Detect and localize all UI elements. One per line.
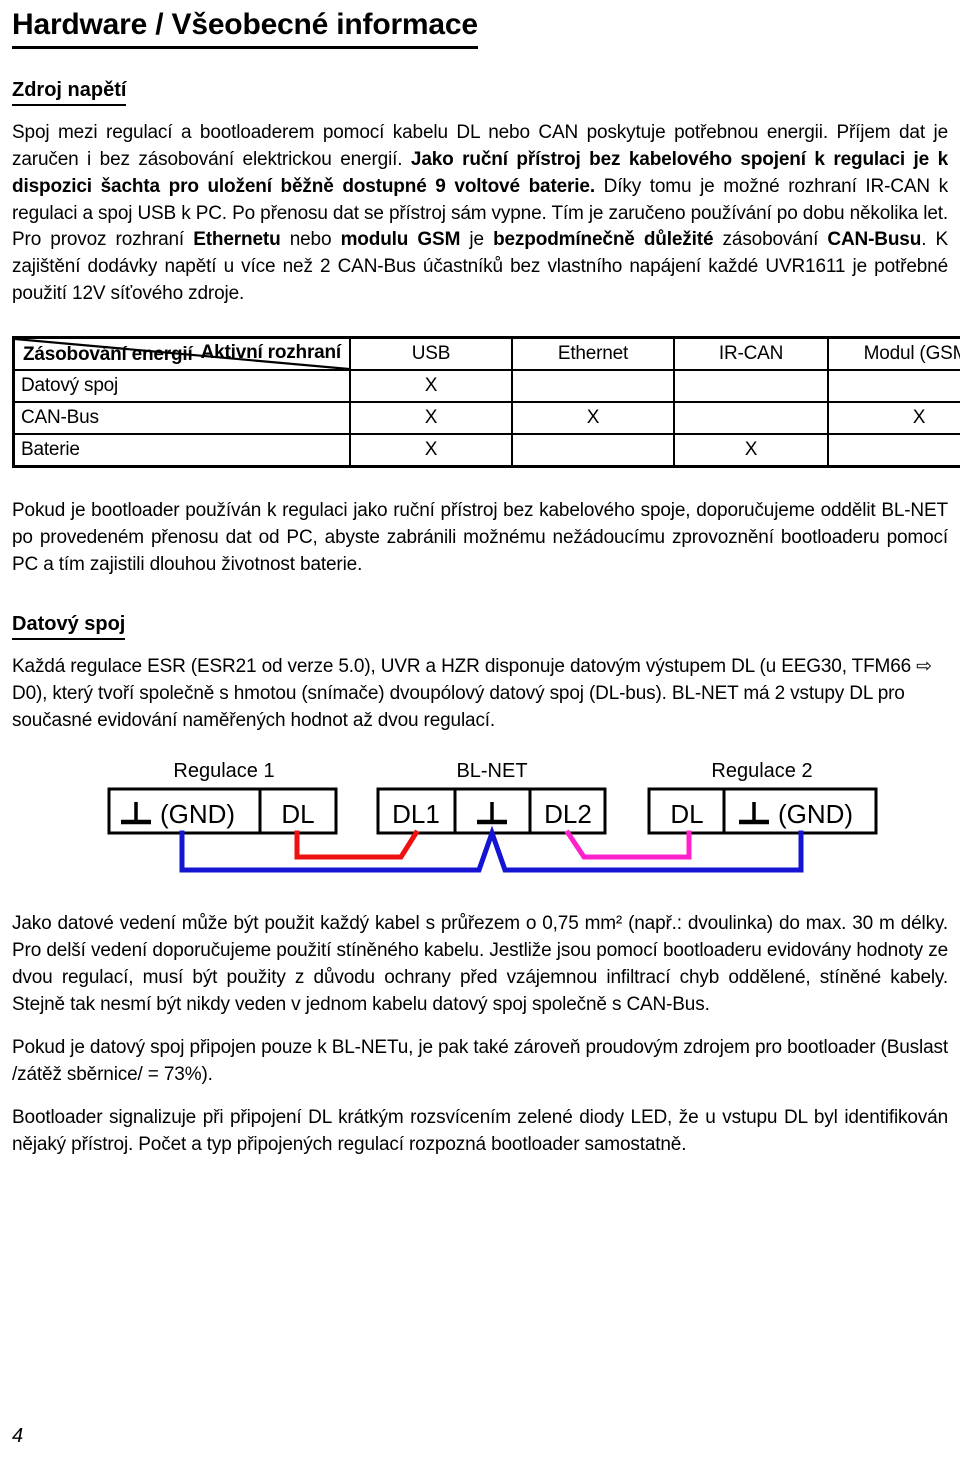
table-header-row: Aktivní rozhraní Zásobování energií USB … — [12, 336, 960, 372]
table-cell: X — [511, 401, 675, 436]
table-cell: X — [673, 433, 829, 468]
document-page: Hardware / Všeobecné informace Zdroj nap… — [0, 0, 960, 1464]
section-heading-data-link: Datový spoj — [12, 613, 126, 641]
terminal-block-center: DL1 DL2 — [376, 787, 607, 835]
table-cell — [827, 433, 960, 468]
wiring-diagram-svg: Regulace 1 BL-NET Regulace 2 (GND) DL DL… — [107, 760, 878, 873]
table-col-header-ircan: IR-CAN — [673, 336, 829, 372]
terminal-label-right-dl: DL — [670, 799, 703, 829]
page-title: Hardware / Všeobecné informace — [12, 8, 478, 49]
paragraph-power-source: Spoj mezi regulací a bootloaderem pomocí… — [12, 120, 948, 309]
terminal-label-left-dl: DL — [281, 799, 314, 829]
table-row: CAN-Bus X X X — [12, 401, 960, 436]
terminal-block-left: (GND) DL — [107, 787, 338, 835]
p1-bold4: bezpodmínečně důležité — [493, 229, 714, 251]
terminal-label-right-gnd: (GND) — [778, 799, 853, 829]
table-row-label-can-bus: CAN-Bus — [12, 401, 351, 436]
wiring-diagram: Regulace 1 BL-NET Regulace 2 (GND) DL DL… — [12, 757, 948, 897]
diagram-label-regulace-1: Regulace 1 — [173, 760, 274, 782]
table-cell: X — [827, 401, 960, 436]
section-zdroj-napeti: Zdroj napětí — [12, 49, 948, 106]
p1-bold2: Ethernetu — [193, 229, 281, 251]
p1-seg5: zásobování — [713, 229, 828, 251]
table-cell — [511, 369, 675, 404]
terminal-label-dl2: DL2 — [544, 799, 592, 829]
section-datovy-spoj: Datový spoj — [12, 579, 948, 641]
table-cell — [673, 401, 829, 436]
paragraph-data-output: Každá regulace ESR (ESR21 od verze 5.0),… — [12, 656, 932, 732]
terminal-label-left-gnd: (GND) — [160, 799, 235, 829]
table-col-header-ethernet: Ethernet — [511, 336, 675, 372]
table-cell — [673, 369, 829, 404]
table-cell: X — [349, 369, 513, 404]
table-row: Baterie X X — [12, 433, 960, 468]
wire-dl1-red — [294, 829, 420, 860]
table-cell — [511, 433, 675, 468]
paragraph-bootloader-handheld: Pokud je bootloader používán k regulaci … — [12, 500, 948, 576]
interface-power-table: Aktivní rozhraní Zásobování energií USB … — [12, 336, 960, 469]
table-row: Datový spoj X — [12, 369, 960, 404]
table-col-header-modul-gsm: Modul (GSM) — [827, 336, 960, 372]
diagram-label-regulace-2: Regulace 2 — [711, 760, 812, 782]
p1-seg4: je — [460, 229, 494, 251]
page-number: 4 — [12, 1425, 24, 1447]
p1-bold3: modulu GSM — [340, 229, 461, 251]
table-row-label-baterie: Baterie — [12, 433, 351, 468]
table-cell: X — [349, 401, 513, 436]
table-corner-bottom-left-label: Zásobování energií — [23, 344, 193, 366]
table-col-header-usb: USB — [349, 336, 513, 372]
terminal-label-dl1: DL1 — [392, 799, 440, 829]
diagram-label-bl-net: BL-NET — [456, 760, 527, 782]
paragraph-led-signal: Bootloader signalizuje při připojení DL … — [12, 1107, 948, 1155]
wire-dl2-magenta — [564, 829, 692, 860]
paragraph-cable-spec: Jako datové vedení může být použit každý… — [12, 913, 948, 1016]
terminal-block-right: DL (GND) — [647, 787, 878, 835]
p1-seg3: nebo — [280, 229, 341, 251]
p1-bold5: CAN-Busu — [827, 229, 922, 251]
table-corner-cell: Aktivní rozhraní Zásobování energií — [12, 336, 351, 372]
section-heading-power-source: Zdroj napětí — [12, 79, 127, 106]
table-row-label-datovy-spoj: Datový spoj — [12, 369, 351, 404]
table-cell — [827, 369, 960, 404]
table-cell: X — [349, 433, 513, 468]
wire-ground-blue — [179, 825, 804, 873]
paragraph-bl-net-power: Pokud je datový spoj připojen pouze k BL… — [12, 1037, 948, 1086]
table-corner-top-right-label: Aktivní rozhraní — [200, 342, 342, 364]
